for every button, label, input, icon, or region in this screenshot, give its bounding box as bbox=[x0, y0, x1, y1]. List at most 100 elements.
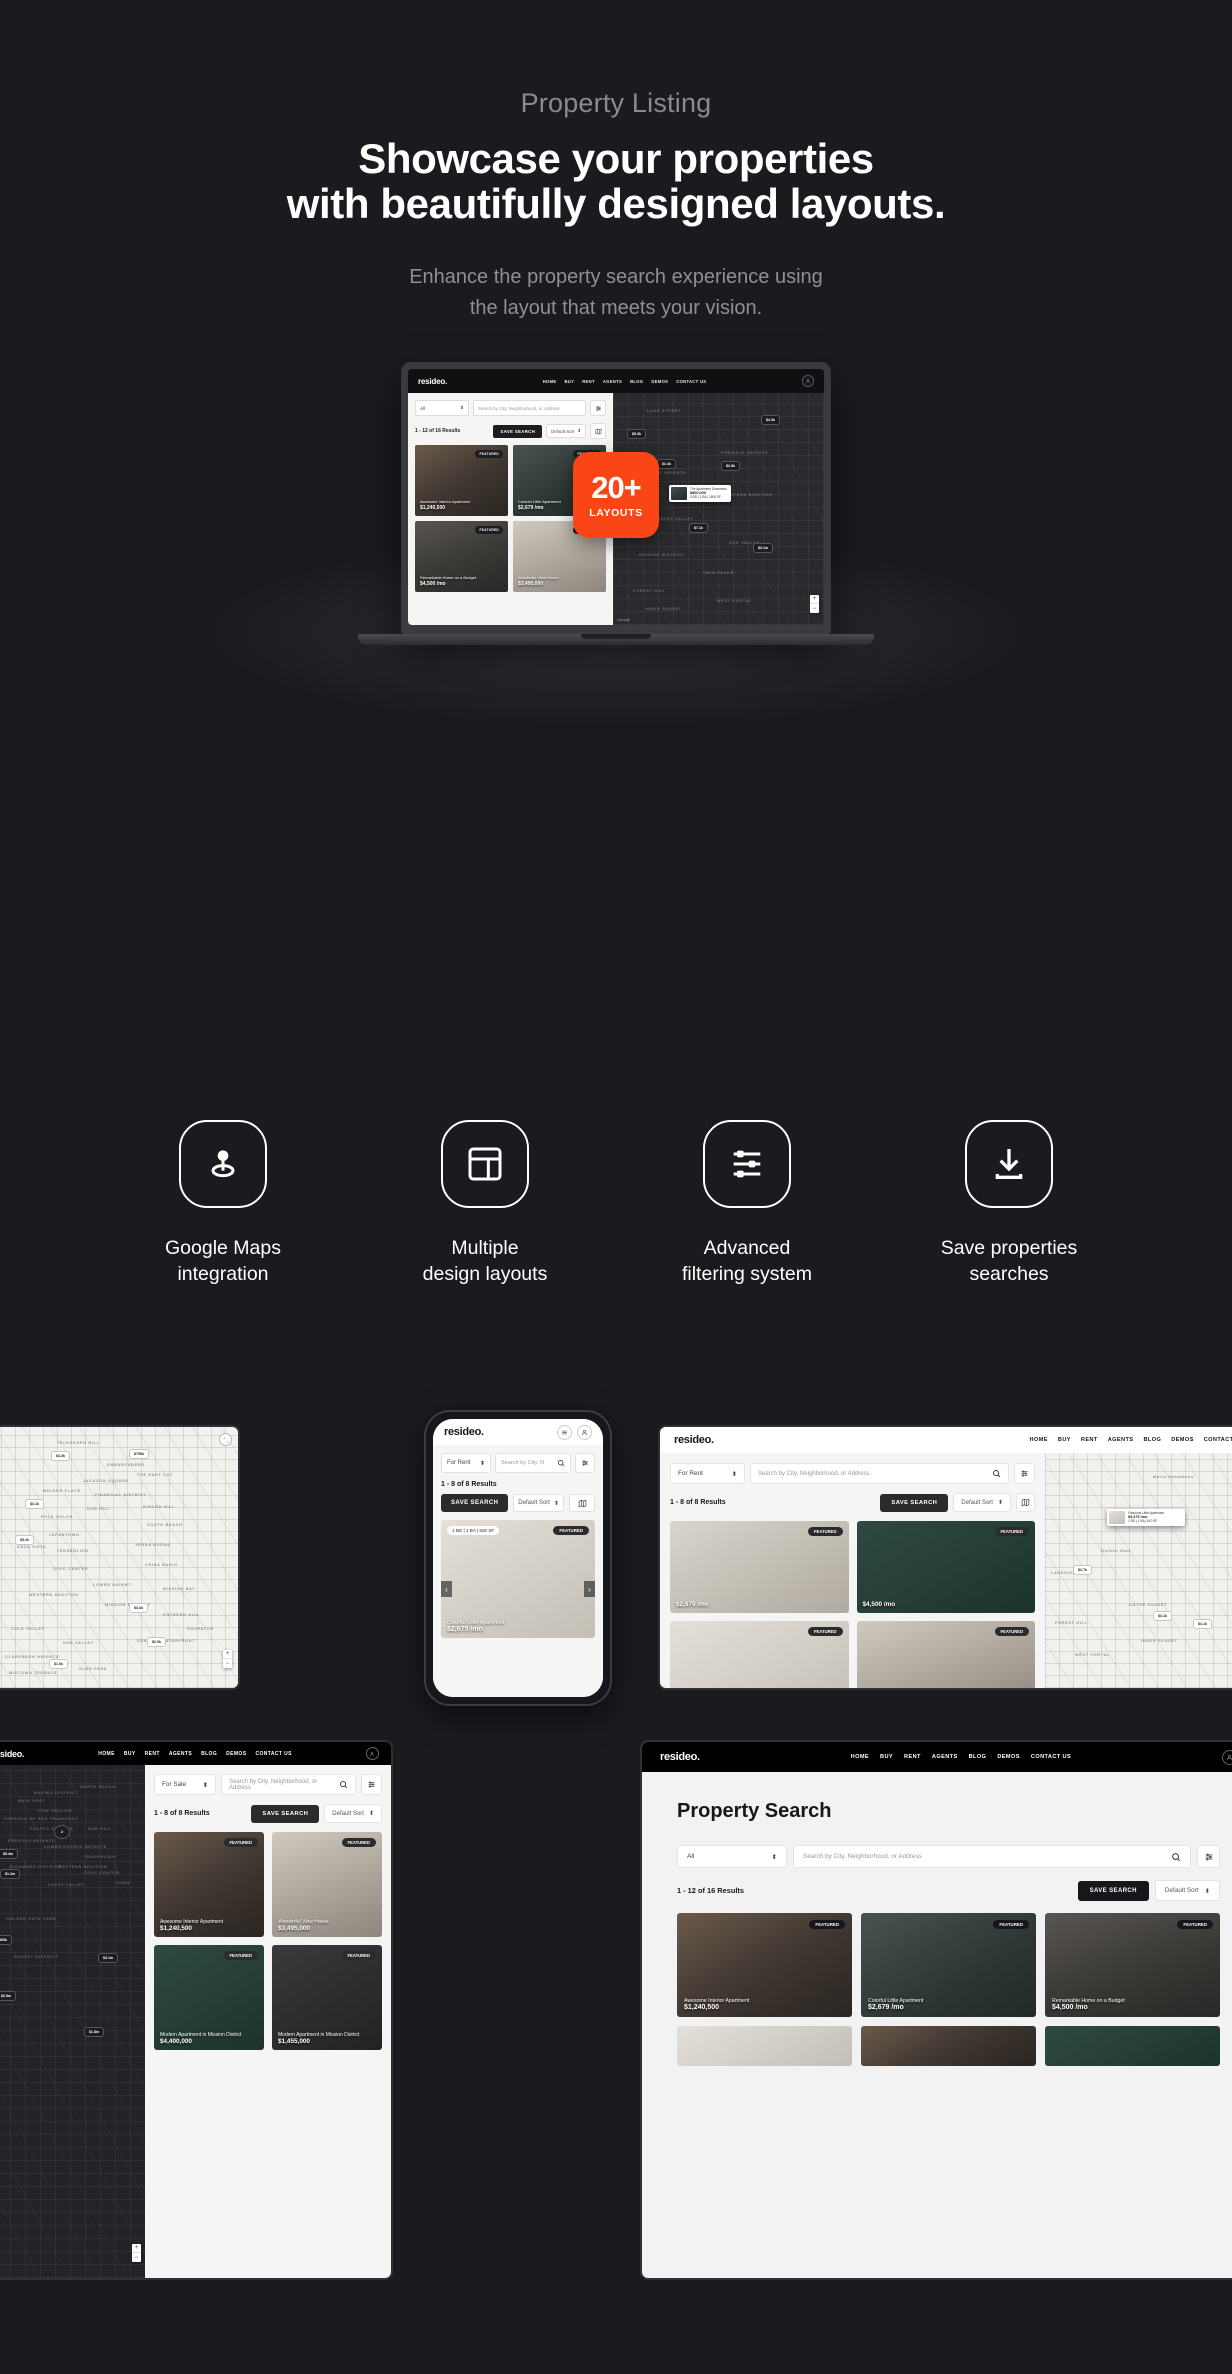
user-account-icon[interactable] bbox=[365, 1747, 379, 1760]
property-card[interactable]: FEATURED $2,475 /mo bbox=[856, 1621, 1035, 1688]
nav-item-home[interactable]: HOME bbox=[1030, 1437, 1048, 1443]
save-search-button[interactable]: SAVE SEARCH bbox=[251, 1804, 320, 1823]
search-input[interactable]: Search by City, Neighborhood, or Address bbox=[750, 1463, 1009, 1484]
sort-select[interactable]: Default Sort ⬍ bbox=[953, 1493, 1011, 1512]
search-input[interactable]: Search by City, Neighborhood, or Address bbox=[793, 1845, 1191, 1868]
gallery-property-search-screenshot[interactable]: resideo. HOME BUY RENT AGENTS BLOG DEMOS… bbox=[640, 1740, 1232, 2280]
hamburger-menu-icon[interactable] bbox=[557, 1424, 572, 1440]
user-account-icon[interactable] bbox=[577, 1424, 592, 1440]
filter-settings-button[interactable] bbox=[575, 1453, 595, 1473]
map-price-pin[interactable]: $3.1m bbox=[98, 1953, 119, 1963]
property-card[interactable]: FEATURED $7,095 /mo bbox=[670, 1621, 849, 1688]
save-search-button[interactable]: SAVE SEARCH bbox=[441, 1494, 509, 1512]
map-property-popup[interactable]: The Apartment Downtown $800,000 3 BD | 2… bbox=[669, 485, 731, 503]
map-price-pin[interactable]: $5.2k bbox=[15, 1535, 34, 1545]
brand-logo[interactable]: resideo. bbox=[674, 1434, 714, 1446]
brand-logo[interactable]: resideo. bbox=[0, 1749, 24, 1759]
map-zoom-controls[interactable]: + − bbox=[223, 1650, 232, 1668]
property-card[interactable] bbox=[1045, 2026, 1220, 2066]
map-price-pin[interactable]: $2.9k bbox=[147, 1637, 166, 1647]
map-price-pin[interactable]: $800k bbox=[0, 1935, 12, 1945]
property-card[interactable]: FEATURED $2,679 /mo bbox=[670, 1521, 849, 1613]
property-card[interactable]: FEATURED Wonderful View House $3,495,000 bbox=[272, 1832, 382, 1937]
map-price-pin[interactable]: $7.1k bbox=[689, 523, 708, 534]
nav-item-agents[interactable]: AGENTS bbox=[603, 379, 622, 384]
property-card[interactable]: FEATURED Modern Apartment in Mission Dis… bbox=[154, 1945, 264, 2050]
search-input[interactable]: Search by City, N bbox=[495, 1453, 571, 1473]
property-card[interactable]: FEATURED Remarkable Home on a Budget $4,… bbox=[1045, 1913, 1220, 2017]
property-card[interactable]: FEATURED $4,500 /mo bbox=[856, 1521, 1035, 1613]
map-price-pin[interactable]: $3.1k bbox=[25, 1499, 44, 1509]
nav-item-buy[interactable]: BUY bbox=[124, 1751, 136, 1757]
map-price-pin[interactable]: $5.3k bbox=[627, 429, 646, 440]
brand-logo[interactable]: resideo. bbox=[418, 377, 447, 386]
map-zoom-controls[interactable]: + − bbox=[132, 2244, 141, 2262]
gallery-map-screenshot[interactable]: TELEGRAPH HILL EMBARCADERO JACKSON SQUAR… bbox=[0, 1425, 240, 1690]
brand-logo[interactable]: resideo. bbox=[660, 1751, 700, 1763]
nav-item-buy[interactable]: BUY bbox=[564, 379, 574, 384]
property-type-select[interactable]: All ⬍ bbox=[677, 1845, 787, 1868]
property-card[interactable]: FEATURED Awesome Interior Apartment $1,2… bbox=[415, 445, 508, 517]
property-card[interactable]: FEATURED Awesome Interior Apartment $1,2… bbox=[677, 1913, 852, 2017]
nav-item-demos[interactable]: DEMOS bbox=[1171, 1437, 1194, 1443]
map-price-pin[interactable]: $4.1k bbox=[1193, 1619, 1212, 1629]
listing-type-select[interactable]: For Sale ⬍ bbox=[154, 1774, 216, 1795]
property-card[interactable]: FEATURED Modern Apartment in Mission Dis… bbox=[272, 1945, 382, 2050]
nav-item-blog[interactable]: BLOG bbox=[969, 1754, 987, 1760]
nav-item-agents[interactable]: AGENTS bbox=[932, 1754, 958, 1760]
property-card[interactable]: FEATURED Colorful Little Apartment $2,67… bbox=[861, 1913, 1036, 2017]
map-pane[interactable]: MAIN POST MARINA DISTRICT NORTH BEACH CO… bbox=[0, 1765, 145, 2278]
sort-select[interactable]: Default Sort ⬍ bbox=[546, 424, 586, 439]
map-price-pin[interactable]: $1.2m bbox=[0, 1869, 21, 1879]
map-price-pin[interactable]: $2.7k bbox=[1073, 1565, 1092, 1575]
search-input[interactable]: Search by City, Neighborhood, or Address bbox=[221, 1774, 356, 1795]
map-price-pin[interactable]: $5.4m bbox=[0, 1849, 19, 1859]
map-pane[interactable]: Marin Headlands Golden Gate LAKESIDE OUT… bbox=[1045, 1453, 1232, 1688]
nav-item-home[interactable]: HOME bbox=[851, 1754, 869, 1760]
property-card[interactable] bbox=[861, 2026, 1036, 2066]
user-account-icon[interactable] bbox=[801, 375, 814, 388]
nav-item-rent[interactable]: RENT bbox=[904, 1754, 921, 1760]
save-search-button[interactable]: SAVE SEARCH bbox=[1077, 1880, 1149, 1901]
listing-type-select[interactable]: For Rent ⬍ bbox=[670, 1463, 745, 1484]
map-price-pin[interactable]: $3.4k bbox=[657, 459, 676, 470]
nav-item-buy[interactable]: BUY bbox=[1058, 1437, 1071, 1443]
property-card[interactable]: 1 BD | 1 BA | 500 SF FEATURED ‹ › Colorf… bbox=[441, 1520, 595, 1638]
listing-type-select[interactable]: For Rent ⬍ bbox=[441, 1453, 491, 1473]
carousel-prev-button[interactable]: ‹ bbox=[441, 1581, 452, 1598]
nav-item-rent[interactable]: RENT bbox=[145, 1751, 160, 1757]
save-search-button[interactable]: SAVE SEARCH bbox=[880, 1493, 949, 1512]
map-price-pin[interactable]: $3.1k bbox=[1153, 1611, 1172, 1621]
brand-logo[interactable]: resideo. bbox=[444, 1426, 484, 1438]
property-card[interactable]: FEATURED Awesome Interior Apartment $1,2… bbox=[154, 1832, 264, 1937]
nav-item-buy[interactable]: BUY bbox=[880, 1754, 893, 1760]
nav-item-rent[interactable]: RENT bbox=[1081, 1437, 1098, 1443]
map-price-pin[interactable]: $4.3k bbox=[51, 1451, 70, 1461]
nav-item-rent[interactable]: RENT bbox=[582, 379, 595, 384]
zoom-out-button[interactable]: − bbox=[132, 2253, 141, 2262]
nav-item-agents[interactable]: AGENTS bbox=[169, 1751, 192, 1757]
nav-item-home[interactable]: HOME bbox=[543, 379, 557, 384]
nav-item-contact-us[interactable]: CONTACT US bbox=[255, 1751, 291, 1757]
nav-item-blog[interactable]: BLOG bbox=[201, 1751, 217, 1757]
map-price-pin[interactable]: $1.6k bbox=[49, 1659, 68, 1669]
map-price-pin[interactable]: $1.8m bbox=[84, 2027, 105, 2037]
nav-item-contact-us[interactable]: CONTACT US bbox=[1204, 1437, 1232, 1443]
zoom-out-button[interactable]: − bbox=[223, 1659, 232, 1668]
property-card[interactable]: FEATURED Remarkable Home on a Budget $4,… bbox=[415, 521, 508, 593]
gallery-listing-map-screenshot[interactable]: resideo. HOME BUY RENT AGENTS BLOG DEMOS… bbox=[658, 1425, 1232, 1690]
map-cluster-marker[interactable]: 2 bbox=[54, 1825, 70, 1839]
map-price-pin[interactable]: $4.3k bbox=[761, 415, 780, 426]
sort-select[interactable]: Default Sort ⬍ bbox=[1154, 1880, 1220, 1901]
gallery-dark-listing-screenshot[interactable]: resideo. HOME BUY RENT AGENTS BLOG DEMOS… bbox=[0, 1740, 393, 2280]
zoom-in-button[interactable]: + bbox=[132, 2244, 141, 2253]
filter-settings-button[interactable] bbox=[590, 400, 606, 417]
map-price-pin[interactable]: $3.1m bbox=[753, 543, 774, 554]
map-view-toggle[interactable] bbox=[590, 423, 606, 440]
map-price-pin[interactable]: $2.9k bbox=[721, 461, 740, 472]
map-price-pin[interactable]: $3.4k bbox=[129, 1603, 148, 1613]
sort-select[interactable]: Default Sort ⬍ bbox=[324, 1804, 382, 1823]
nav-item-demos[interactable]: DEMOS bbox=[997, 1754, 1020, 1760]
nav-item-contact-us[interactable]: CONTACT US bbox=[1031, 1754, 1071, 1760]
carousel-next-button[interactable]: › bbox=[584, 1581, 595, 1598]
